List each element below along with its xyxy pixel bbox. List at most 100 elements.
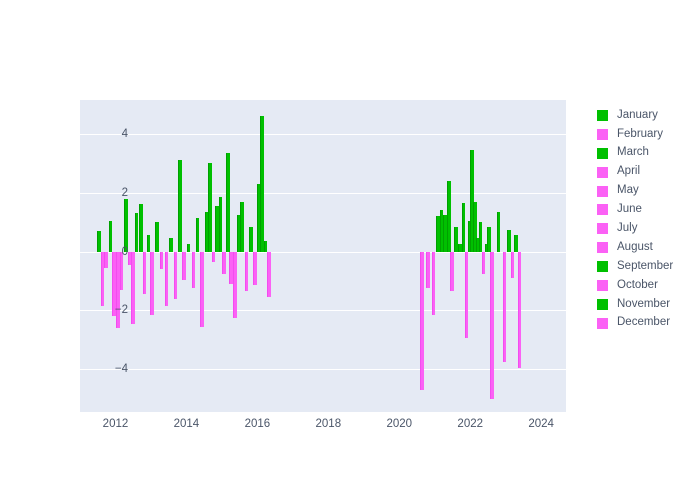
legend-swatch-icon [597,147,608,159]
plot-area [80,100,566,412]
bar [248,226,253,252]
bar [461,203,466,252]
legend-item-january[interactable]: January [597,106,697,125]
y-axis-tick-label: 4 [121,127,128,140]
chart-legend: January February March April May June July Augu… [597,106,697,333]
bar [454,226,458,252]
y-axis-tick-label: 2 [121,186,128,199]
bar [186,244,191,252]
legend-swatch-icon [597,128,608,140]
y-axis-tick-label: −4 [114,363,128,376]
x-axis-tick-label: 2020 [386,418,413,430]
bar [240,201,244,252]
bar [263,241,268,252]
bar [260,116,264,252]
x-axis-tick-label: 2018 [315,418,342,430]
y-axis-tick-label: 0 [121,245,128,258]
bar [124,198,128,252]
legend-swatch-icon [597,204,608,216]
bar [182,251,186,280]
bar [191,251,196,289]
bar [159,251,164,270]
y-axis-tick-label: −2 [114,304,128,317]
x-axis-tick-label: 2024 [528,418,554,430]
bar [478,222,483,252]
bar [233,251,237,318]
bar [134,213,139,252]
bar [496,211,501,252]
bar [164,251,169,307]
legend-item-december[interactable]: December [597,314,697,333]
x-axis-tick-label: 2016 [244,418,271,430]
legend-item-label: April [617,165,641,178]
bar [178,160,182,252]
legend-swatch-icon [597,261,608,273]
bar [517,251,522,368]
bar [225,152,230,252]
legend-swatch-icon [597,109,608,121]
bar [195,217,200,252]
legend-swatch-icon [597,166,608,178]
bar [267,251,271,298]
bar [169,238,173,252]
legend-item-label: May [617,184,639,197]
bar [154,222,159,252]
bar [208,163,212,252]
legend-item-april[interactable]: April [597,163,697,182]
bar [487,226,491,252]
bar [431,251,436,315]
legend-item-october[interactable]: October [597,276,697,295]
legend-item-may[interactable]: May [597,182,697,201]
legend-item-june[interactable]: June [597,200,697,219]
bar [142,251,147,295]
legend-item-july[interactable]: July [597,219,697,238]
bar [131,251,135,324]
bar [218,197,223,252]
legend-item-label: January [617,108,658,121]
bar [253,251,257,286]
bar [222,251,226,274]
bar [173,251,178,299]
legend-item-august[interactable]: August [597,238,697,257]
legend-item-label: June [617,203,642,216]
bar [200,251,204,327]
legend-swatch-icon [597,242,608,254]
legend-item-march[interactable]: March [597,144,697,163]
bar [510,251,515,279]
legend-item-february[interactable]: February [597,125,697,144]
chart-root: −4 −2 0 2 4 2012 2014 2016 2018 2020 2022 2024 Jan… [0,0,700,500]
bar [150,251,154,315]
legend-item-label: November [617,297,671,310]
legend-swatch-icon [597,223,608,235]
legend-item-label: March [617,146,649,159]
bar [244,251,249,292]
gridline-y-4 [80,133,566,135]
x-axis-tick-label: 2014 [173,418,200,430]
bar [514,235,518,252]
bar [464,251,469,339]
x-axis-tick-label: 2022 [457,418,484,430]
legend-item-label: October [617,278,658,291]
bar [481,251,486,274]
legend-item-label: February [617,127,664,140]
bar [211,251,216,262]
legend-item-september[interactable]: September [597,257,697,276]
legend-swatch-icon [597,279,608,291]
legend-item-label: December [617,316,671,329]
bar [490,251,494,399]
legend-item-label: September [617,259,674,272]
bar [446,180,451,252]
legend-swatch-icon [597,298,608,310]
gridline-y-2 [80,192,566,194]
bar [146,235,151,252]
legend-item-november[interactable]: November [597,295,697,314]
legend-swatch-icon [597,185,608,197]
x-axis-tick-label: 2012 [102,418,129,430]
legend-item-label: August [617,240,653,253]
bar [450,251,455,292]
legend-item-label: July [617,222,638,235]
bar [419,251,424,390]
bar [507,229,511,252]
bar [139,204,143,252]
bar [502,251,507,362]
